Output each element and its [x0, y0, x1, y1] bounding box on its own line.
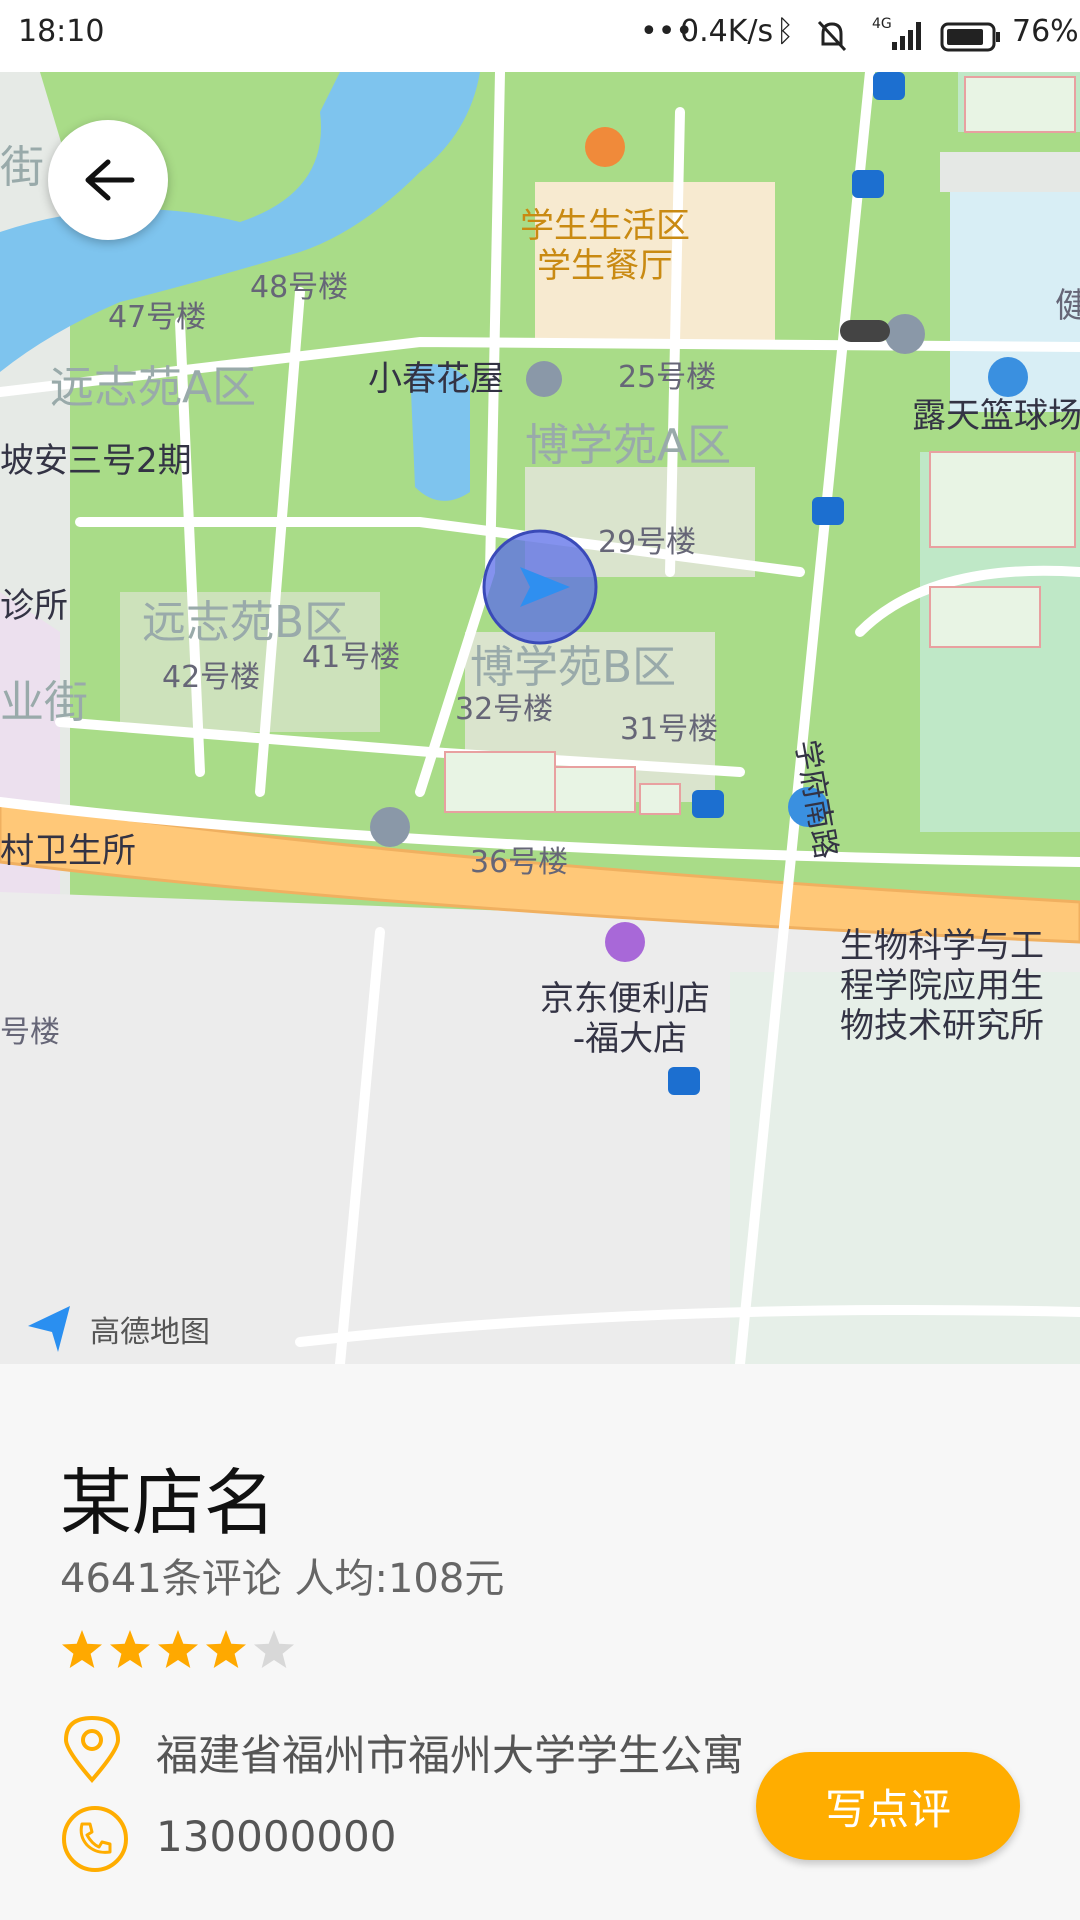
shop-phone[interactable]: 130000000 — [156, 1812, 397, 1861]
map-label: 远志苑A区 — [50, 362, 256, 413]
map-label: -福大店 — [573, 1019, 687, 1059]
map-label: 博学苑A区 — [525, 420, 731, 471]
map-label: 博学苑B区 — [470, 642, 676, 693]
map-brand: 高德地图 — [90, 1315, 210, 1350]
mute-bell-icon — [817, 20, 847, 52]
map-label: 街 — [0, 142, 44, 193]
map-label: 31号楼 — [620, 712, 718, 747]
star-filled-icon — [206, 1630, 246, 1668]
write-review-button[interactable]: 写点评 — [756, 1752, 1020, 1860]
map-label: 小春花屋 — [368, 359, 504, 399]
arrow-left-icon — [85, 159, 135, 201]
map-label: 号楼 — [0, 1015, 60, 1050]
map-label: 远志苑B区 — [142, 597, 348, 648]
traffic-light-icon — [840, 320, 890, 342]
flower-shop-poi-icon — [526, 361, 562, 397]
star-filled-icon — [110, 1630, 150, 1668]
review-summary: 4641条评论 人均:108元 — [60, 1556, 505, 1602]
map-label: 25号楼 — [618, 360, 716, 395]
map-label: 学生生活区 — [520, 206, 690, 246]
map-label: 程学院应用生 — [840, 966, 1044, 1006]
map-label: 物技术研究所 — [840, 1006, 1044, 1046]
map-label: 坡安三号2期 — [0, 441, 192, 481]
map-label: 京东便利店 — [540, 979, 710, 1019]
map-label: 生物科学与工 — [840, 926, 1044, 966]
map-label: 村卫生所 — [0, 831, 136, 871]
battery-icon — [940, 22, 1000, 52]
status-time: 18:10 — [18, 14, 105, 49]
map-label: 32号楼 — [455, 692, 553, 727]
star-filled-icon — [158, 1630, 198, 1668]
map-label: 48号楼 — [250, 270, 348, 305]
map-label: 诊所 — [0, 586, 68, 626]
restaurant-poi-icon — [585, 127, 625, 167]
back-button[interactable] — [48, 120, 168, 240]
map-label: 29号楼 — [598, 525, 696, 560]
battery-level: 76% — [1012, 14, 1079, 49]
network-speed: 0.4K/s — [680, 14, 774, 49]
map-label: 露天篮球场 — [912, 396, 1080, 436]
bluetooth-icon: ᛒ — [776, 14, 794, 49]
shop-address: 福建省福州市福州大学学生公寓 — [156, 1731, 745, 1780]
phone-icon — [62, 1806, 128, 1872]
map-label: 47号楼 — [108, 300, 206, 335]
parking-poi-icon — [885, 314, 925, 354]
shop-info-panel: 某店名 4641条评论 人均:108元 福建省福州市福州大学学生公寓 13000… — [0, 1364, 1080, 1920]
shop-name: 某店名 — [60, 1461, 277, 1545]
rating-stars — [62, 1630, 294, 1668]
signal-icon — [892, 22, 921, 50]
star-empty-icon — [254, 1630, 294, 1668]
basketball-poi-icon — [988, 357, 1028, 397]
map-label: 36号楼 — [470, 845, 568, 880]
map-label: 业街 — [0, 677, 88, 728]
map-label: 健 — [1055, 286, 1080, 326]
map-view[interactable]: 学生生活区 学生餐厅 48号楼 47号楼 25号楼 29号楼 42号楼 41号楼… — [0, 72, 1080, 1364]
map-label: 42号楼 — [162, 660, 260, 695]
map-canvas[interactable]: 学生生活区 学生餐厅 48号楼 47号楼 25号楼 29号楼 42号楼 41号楼… — [0, 72, 1080, 1364]
location-pin-icon — [63, 1715, 121, 1784]
map-label: 学生餐厅 — [537, 246, 673, 286]
status-bar: 18:10 ••• 0.4K/s ᛒ 4G 76% — [0, 0, 1080, 72]
shop-poi-icon — [605, 922, 645, 962]
toilet-poi-icon — [370, 807, 410, 847]
star-filled-icon — [62, 1630, 102, 1668]
